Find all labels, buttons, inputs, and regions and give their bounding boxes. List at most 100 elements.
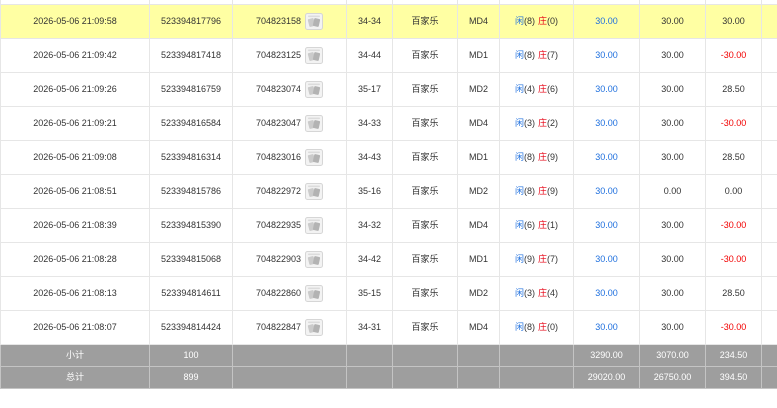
- bet-time: 2026-05-06 21:09:26: [33, 84, 117, 94]
- playing-cards-icon[interactable]: [305, 183, 324, 200]
- table-row: 2026-05-06 21:08:07 523394814424 7048228…: [0, 311, 777, 345]
- table-code: 34-44: [357, 50, 382, 60]
- cell-table-code: 35-16: [347, 175, 393, 208]
- cell-bet-number: 523394816759: [150, 73, 233, 106]
- cell-win-loss: -30.00: [706, 39, 762, 72]
- summary-count: 899: [183, 372, 199, 382]
- bet-history-page: 2026-05-06 21:09:58 523394817796 7048231…: [0, 0, 777, 408]
- cell-summary-label: 总计: [0, 367, 150, 388]
- cell-md: MD2: [458, 277, 500, 310]
- cell-md: MD4: [458, 311, 500, 344]
- playing-cards-icon[interactable]: [305, 81, 324, 98]
- banker-score: (9): [547, 152, 559, 162]
- table-row: 2026-05-06 21:09:21 523394816584 7048230…: [0, 107, 777, 141]
- cell-table-code: 35-15: [347, 277, 393, 310]
- cell-valid-bet: 0.00: [640, 175, 706, 208]
- table-edge-cell: [706, 0, 762, 4]
- win-loss: -30.00: [720, 118, 747, 128]
- cell-summary-valid-bet: 3070.00: [640, 345, 706, 366]
- banker-label: 庄: [538, 16, 548, 26]
- banker-label: 庄: [538, 254, 548, 264]
- table-edge-cell: [574, 0, 640, 4]
- win-loss: 0.00: [724, 186, 743, 196]
- banker-score: (4): [547, 288, 559, 298]
- cell-bet-time: 2026-05-06 21:09:21: [0, 107, 150, 140]
- summary-valid-bet: 3070.00: [656, 350, 689, 360]
- cell-game-number: 704823016: [233, 141, 347, 174]
- cell-game-type: 百家乐: [393, 107, 458, 140]
- md-code: MD1: [468, 50, 488, 60]
- cell-md: MD2: [458, 73, 500, 106]
- cell-result: 闲 (3) 庄 (2): [500, 107, 574, 140]
- cell-result: 闲 (8) 庄 (9): [500, 175, 574, 208]
- game-type: 百家乐: [411, 16, 439, 26]
- cell-bet-number: 523394816314: [150, 141, 233, 174]
- cell-summary-win-loss: 394.50: [706, 367, 762, 388]
- valid-bet: 30.00: [661, 84, 684, 94]
- table-code: 34-31: [357, 322, 382, 332]
- game-number: 704822935: [255, 220, 302, 230]
- bet-time: 2026-05-06 21:08:39: [33, 220, 117, 230]
- playing-cards-icon[interactable]: [305, 13, 324, 30]
- cell-empty: [762, 209, 777, 242]
- cell-game-number: 704822860: [233, 277, 347, 310]
- player-score: (9): [524, 254, 535, 264]
- game-type: 百家乐: [411, 322, 439, 332]
- summary-win-loss: 394.50: [719, 372, 748, 382]
- cell-game-number: 704822972: [233, 175, 347, 208]
- cell-table-code: 35-17: [347, 73, 393, 106]
- playing-cards-icon[interactable]: [305, 149, 324, 166]
- table-row: 2026-05-06 21:09:26 523394816759 7048230…: [0, 73, 777, 107]
- cell-win-loss: -30.00: [706, 209, 762, 242]
- table-code: 35-16: [357, 186, 382, 196]
- valid-bet: 30.00: [661, 152, 684, 162]
- bet-time: 2026-05-06 21:09:21: [33, 118, 117, 128]
- cell-bet-amount: 30.00: [574, 141, 640, 174]
- table-edge-cell: [762, 0, 777, 4]
- cell-bet-time: 2026-05-06 21:08:13: [0, 277, 150, 310]
- cell-win-loss: -30.00: [706, 243, 762, 276]
- banker-label: 庄: [538, 220, 548, 230]
- player-score: (8): [524, 322, 535, 332]
- table-row: 2026-05-06 21:08:51 523394815786 7048229…: [0, 175, 777, 209]
- game-number: 704822847: [255, 322, 302, 332]
- table-code: 34-34: [357, 16, 382, 26]
- cell-md: MD1: [458, 141, 500, 174]
- player-score: (8): [524, 186, 535, 196]
- playing-cards-icon[interactable]: [305, 47, 324, 64]
- cell-summary-label: 小计: [0, 345, 150, 366]
- cell-bet-number: 523394815068: [150, 243, 233, 276]
- bet-number: 523394815786: [160, 186, 222, 196]
- game-type: 百家乐: [411, 254, 439, 264]
- cell-empty: [762, 277, 777, 310]
- bet-amount: 30.00: [595, 254, 618, 264]
- cell-bet-number: 523394814424: [150, 311, 233, 344]
- md-code: MD4: [468, 16, 488, 26]
- cell-summary-bet: 3290.00: [574, 345, 640, 366]
- valid-bet: 30.00: [661, 50, 684, 60]
- player-label: 闲: [514, 16, 524, 26]
- cell-valid-bet: 30.00: [640, 141, 706, 174]
- game-number: 704822972: [255, 186, 302, 196]
- cell-bet-number: 523394817418: [150, 39, 233, 72]
- player-label: 闲: [514, 152, 524, 162]
- playing-cards-icon[interactable]: [305, 319, 324, 336]
- table-edge-cell: [150, 0, 233, 4]
- playing-cards-icon[interactable]: [305, 217, 324, 234]
- bet-time: 2026-05-06 21:08:28: [33, 254, 117, 264]
- cell-bet-amount: 30.00: [574, 5, 640, 38]
- cell-empty: [458, 367, 500, 388]
- cell-empty: [393, 367, 458, 388]
- cell-md: MD1: [458, 243, 500, 276]
- cell-md: MD4: [458, 209, 500, 242]
- playing-cards-icon[interactable]: [305, 285, 324, 302]
- cell-empty: [762, 73, 777, 106]
- cell-bet-amount: 30.00: [574, 209, 640, 242]
- cell-valid-bet: 30.00: [640, 243, 706, 276]
- cell-valid-bet: 30.00: [640, 107, 706, 140]
- summary-count: 100: [183, 350, 199, 360]
- cell-summary-win-loss: 234.50: [706, 345, 762, 366]
- player-label: 闲: [514, 118, 524, 128]
- playing-cards-icon[interactable]: [305, 251, 324, 268]
- playing-cards-icon[interactable]: [305, 115, 324, 132]
